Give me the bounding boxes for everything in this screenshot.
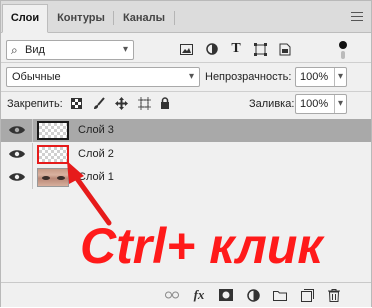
- lock-transparent-pixels-icon[interactable]: [70, 97, 82, 109]
- new-layer-icon[interactable]: [299, 287, 315, 303]
- eye-icon[interactable]: [9, 125, 25, 135]
- chevron-down-icon: ▾: [188, 71, 194, 82]
- divider: [32, 119, 33, 142]
- trash-icon[interactable]: [326, 287, 342, 303]
- divider: [32, 143, 33, 166]
- tab-channels[interactable]: Каналы: [115, 5, 173, 32]
- fill-field[interactable]: 100% ▾: [295, 94, 347, 114]
- fx-icon[interactable]: fx: [191, 287, 207, 303]
- panel-menu-icon[interactable]: [351, 12, 363, 21]
- chevron-down-icon[interactable]: ▾: [333, 68, 343, 86]
- mask-icon[interactable]: [218, 287, 234, 303]
- link-icon[interactable]: [164, 287, 180, 303]
- chevron-down-icon[interactable]: ▾: [333, 95, 343, 113]
- layers-panel: Слои Контуры Каналы ⌕ Вид ▾ T Обычные ▾ …: [0, 0, 372, 307]
- divider: [32, 166, 33, 189]
- lock-artboard-icon[interactable]: [137, 96, 151, 110]
- lock-position-icon[interactable]: [114, 96, 128, 110]
- smart-object-filter-icon[interactable]: [278, 42, 292, 56]
- layer-list: Слой 3 Слой 2 Слой 1: [1, 119, 371, 189]
- eyes-photo-icon: [42, 176, 50, 180]
- eyes-photo-icon: [57, 176, 65, 180]
- type-filter-icon[interactable]: T: [229, 41, 243, 56]
- lock-label: Закрепить:: [7, 98, 63, 110]
- pixel-filter-icon[interactable]: [179, 42, 193, 56]
- fill-label: Заливка:: [249, 98, 295, 110]
- filter-kind-label: Вид: [25, 44, 45, 56]
- shape-filter-icon[interactable]: [253, 42, 267, 56]
- annotation-text: Ctrl+ клик: [80, 218, 323, 274]
- search-icon: ⌕: [11, 43, 18, 57]
- opacity-field[interactable]: 100% ▾: [295, 67, 347, 87]
- layer-row[interactable]: Слой 3: [1, 119, 371, 142]
- opacity-label: Непрозрачность:: [205, 71, 292, 83]
- tab-paths[interactable]: Контуры: [50, 5, 112, 32]
- chevron-down-icon: ▾: [122, 44, 128, 55]
- adjustment-filter-icon[interactable]: [205, 42, 219, 56]
- tab-divider: [113, 11, 114, 25]
- adjustment-icon[interactable]: [245, 287, 261, 303]
- layer-thumbnail[interactable]: [37, 168, 69, 187]
- fill-value: 100%: [300, 98, 329, 110]
- layer-row[interactable]: Слой 1: [1, 166, 371, 189]
- bottom-toolbar: fx: [1, 282, 371, 307]
- tab-divider: [174, 11, 175, 25]
- lock-all-icon[interactable]: [159, 96, 171, 110]
- blend-mode-select[interactable]: Обычные ▾: [6, 67, 200, 87]
- layer-thumbnail[interactable]: [37, 121, 69, 140]
- tab-layers[interactable]: Слои: [2, 4, 48, 33]
- tab-bar: Слои Контуры Каналы: [1, 1, 371, 33]
- layer-row[interactable]: Слой 2: [1, 143, 371, 166]
- eye-icon[interactable]: [9, 172, 25, 182]
- divider: [1, 91, 371, 92]
- filter-toggle-icon[interactable]: [337, 39, 349, 61]
- opacity-value: 100%: [300, 71, 329, 83]
- filter-kind-select[interactable]: ⌕ Вид ▾: [6, 40, 134, 60]
- layer-name[interactable]: Слой 3: [78, 124, 114, 136]
- layer-name[interactable]: Слой 1: [78, 171, 114, 183]
- lock-image-pixels-icon[interactable]: [92, 96, 105, 110]
- eye-icon[interactable]: [9, 149, 25, 159]
- divider: [1, 62, 371, 63]
- blend-mode-value: Обычные: [12, 71, 61, 83]
- layer-thumbnail[interactable]: [37, 145, 69, 164]
- layer-name[interactable]: Слой 2: [78, 148, 114, 160]
- folder-icon[interactable]: [272, 287, 288, 303]
